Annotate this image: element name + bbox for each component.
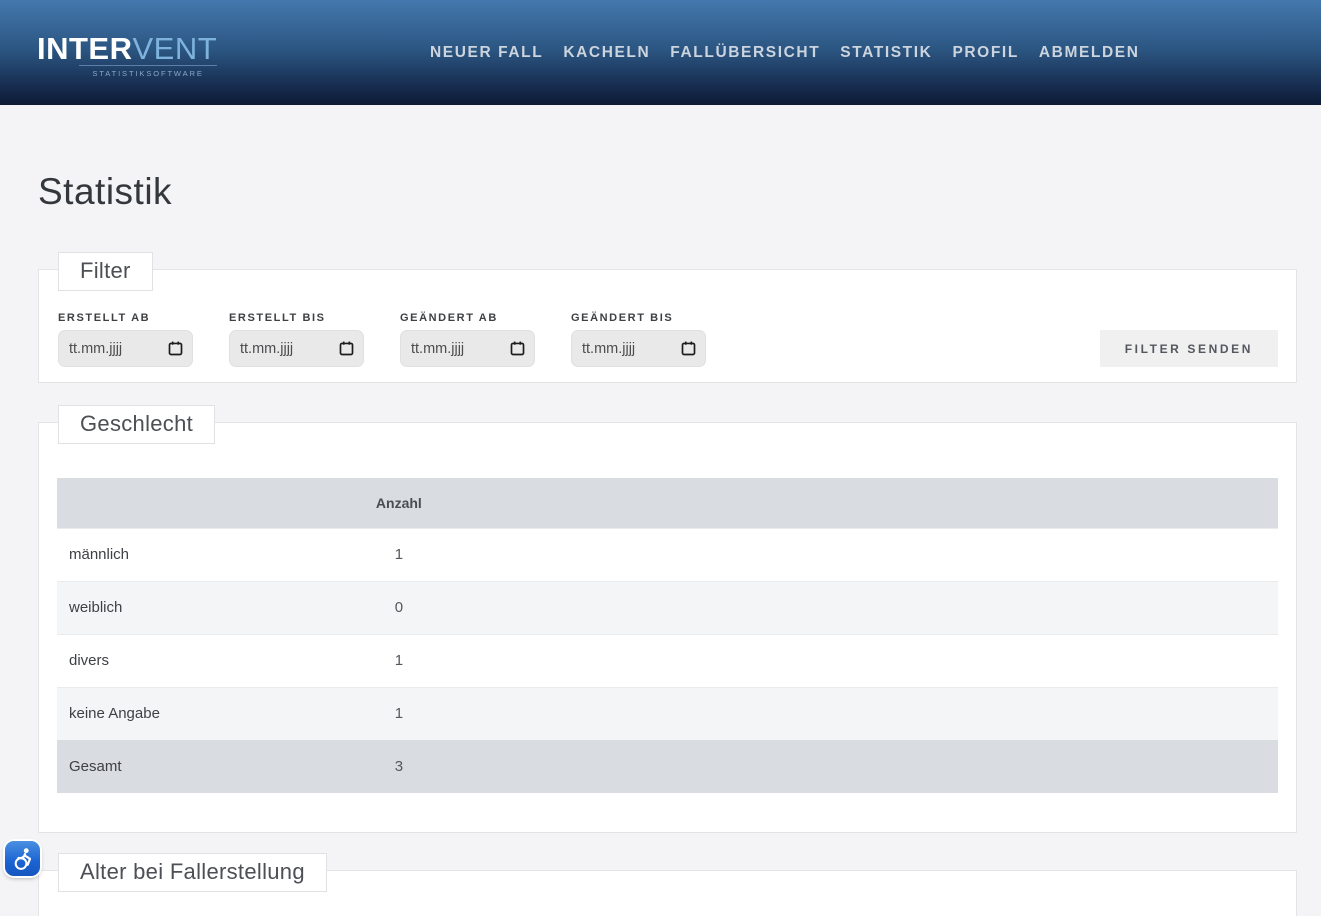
erstellt-bis-date-input[interactable]: tt.mm.jjjj <box>229 330 364 367</box>
row-value: 0 <box>326 581 473 634</box>
row-label: divers <box>57 634 326 687</box>
logo-subtitle: STATISTIKSOFTWARE <box>79 65 217 78</box>
geaendert-ab-date-input[interactable]: tt.mm.jjjj <box>400 330 535 367</box>
row-value: 1 <box>326 528 473 581</box>
anzahl-column-header: Anzahl <box>326 478 473 528</box>
calendar-icon[interactable] <box>510 341 525 356</box>
geaendert-ab-placeholder: tt.mm.jjjj <box>411 341 464 357</box>
nav-item-neuer-fall[interactable]: NEUER FALL <box>430 44 543 62</box>
spacer-column-header <box>472 478 1278 528</box>
label-column-header <box>57 478 326 528</box>
erstellt-bis-label: ERSTELLT BIS <box>229 312 364 324</box>
field-geaendert-bis: GEÄNDERT BIS tt.mm.jjjj <box>571 312 706 367</box>
row-value: 1 <box>326 687 473 740</box>
erstellt-ab-label: ERSTELLT AB <box>58 312 193 324</box>
geschlecht-table: Anzahl männlich 1 weiblich 0 divers 1 <box>57 478 1278 793</box>
total-value: 3 <box>326 740 473 793</box>
erstellt-ab-date-input[interactable]: tt.mm.jjjj <box>58 330 193 367</box>
geschlecht-panel-legend: Geschlecht <box>58 405 215 444</box>
nav-item-profil[interactable]: PROFIL <box>952 44 1018 62</box>
geaendert-bis-date-input[interactable]: tt.mm.jjjj <box>571 330 706 367</box>
filter-panel-legend: Filter <box>58 252 153 291</box>
geaendert-bis-label: GEÄNDERT BIS <box>571 312 706 324</box>
nav-item-statistik[interactable]: STATISTIK <box>840 44 932 62</box>
logo-wordmark: INTERVENT <box>37 33 217 64</box>
table-row: divers 1 <box>57 634 1278 687</box>
navbar: INTERVENT STATISTIKSOFTWARE NEUER FALL K… <box>0 0 1321 105</box>
row-label: männlich <box>57 528 326 581</box>
field-geaendert-ab: GEÄNDERT AB tt.mm.jjjj <box>400 312 535 367</box>
nav-item-abmelden[interactable]: ABMELDEN <box>1039 44 1140 62</box>
alter-panel: Alter bei Fallerstellung <box>38 870 1297 916</box>
table-row: weiblich 0 <box>57 581 1278 634</box>
nav-item-kacheln[interactable]: KACHELN <box>563 44 650 62</box>
row-value: 1 <box>326 634 473 687</box>
calendar-icon[interactable] <box>681 341 696 356</box>
alter-panel-legend: Alter bei Fallerstellung <box>58 853 327 892</box>
nav-item-falluebersicht[interactable]: FALLÜBERSICHT <box>670 44 820 62</box>
geschlecht-panel: Geschlecht Anzahl männlich 1 weiblich 0 <box>38 422 1297 833</box>
calendar-icon[interactable] <box>168 341 183 356</box>
main-navigation: NEUER FALL KACHELN FALLÜBERSICHT STATIST… <box>430 0 1140 105</box>
table-row: männlich 1 <box>57 528 1278 581</box>
logo-part-inter: INTER <box>37 31 133 66</box>
filter-panel: Filter ERSTELLT AB tt.mm.jjjj ERSTELLT B… <box>38 269 1297 383</box>
erstellt-ab-placeholder: tt.mm.jjjj <box>69 341 122 357</box>
calendar-icon[interactable] <box>339 341 354 356</box>
total-label: Gesamt <box>57 740 326 793</box>
wheelchair-accessibility-icon <box>10 846 36 872</box>
table-total-row: Gesamt 3 <box>57 740 1278 793</box>
erstellt-bis-placeholder: tt.mm.jjjj <box>240 341 293 357</box>
row-label: keine Angabe <box>57 687 326 740</box>
field-erstellt-ab: ERSTELLT AB tt.mm.jjjj <box>58 312 193 367</box>
logo-part-vent: VENT <box>133 31 218 66</box>
main-content: Statistik Filter ERSTELLT AB tt.mm.jjjj … <box>0 105 1321 916</box>
filter-submit-button[interactable]: FILTER SENDEN <box>1100 330 1278 367</box>
app-logo[interactable]: INTERVENT STATISTIKSOFTWARE <box>37 33 217 78</box>
table-row: keine Angabe 1 <box>57 687 1278 740</box>
table-header-row: Anzahl <box>57 478 1278 528</box>
accessibility-widget-button[interactable] <box>5 841 40 876</box>
geaendert-ab-label: GEÄNDERT AB <box>400 312 535 324</box>
geaendert-bis-placeholder: tt.mm.jjjj <box>582 341 635 357</box>
row-label: weiblich <box>57 581 326 634</box>
field-erstellt-bis: ERSTELLT BIS tt.mm.jjjj <box>229 312 364 367</box>
page-title: Statistik <box>38 173 1321 210</box>
